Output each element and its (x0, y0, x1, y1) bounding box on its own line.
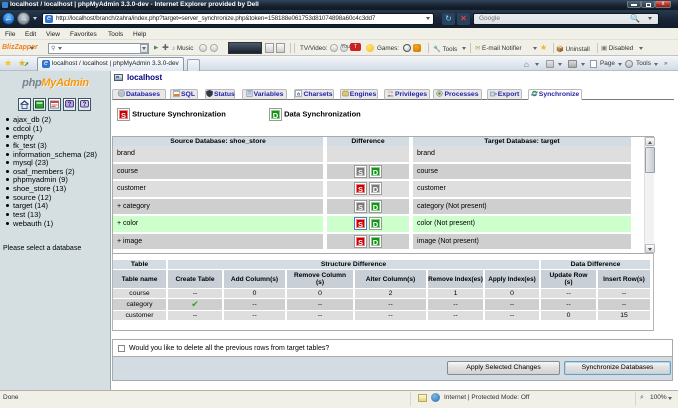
svg-text:?: ? (68, 102, 72, 108)
svg-text:?: ? (83, 102, 87, 108)
